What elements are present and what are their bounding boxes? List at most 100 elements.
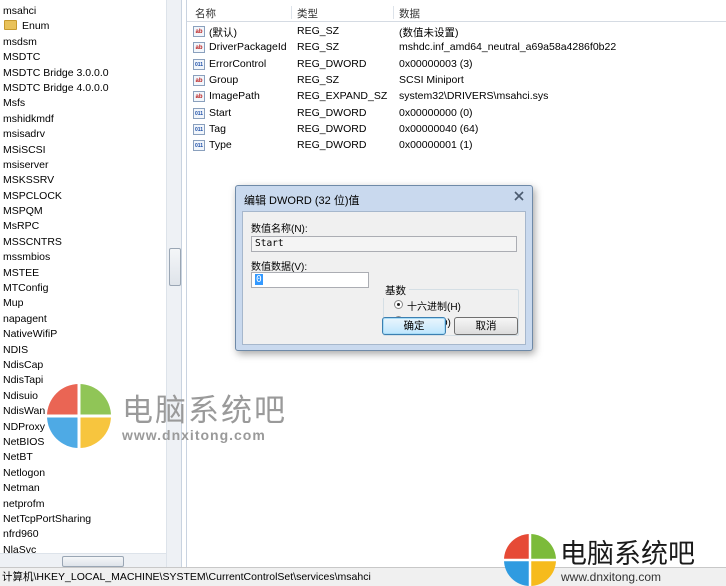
status-bar-path: 计算机\HKEY_LOCAL_MACHINE\SYSTEM\CurrentCon… [2, 571, 371, 583]
cancel-button[interactable]: 取消 [454, 317, 518, 335]
key-tree-pane[interactable]: msahci Enum msdsm MSDTC MSDTC Bridge 3.0.0.0… [0, 0, 182, 567]
tree-item-label: netprofm [3, 497, 45, 510]
tree-item[interactable]: MsRPC [0, 219, 166, 234]
tree-item[interactable]: MSDTC Bridge 3.0.0.0 [0, 66, 166, 81]
windows-logo-icon [46, 383, 112, 449]
ok-button[interactable]: 确定 [382, 317, 446, 335]
tree-item-label: Msfs [3, 97, 26, 110]
binary-value-icon: 011 [193, 107, 205, 119]
tree-item-label: msiserver [3, 158, 49, 171]
value-type: REG_DWORD [297, 139, 367, 152]
value-row[interactable]: ab Group REG_SZ SCSI Miniport [187, 73, 726, 89]
tree-item[interactable]: MSPQM [0, 204, 166, 219]
tree-item[interactable]: Netman [0, 481, 166, 496]
tree-item-label: NDProxy [3, 420, 46, 433]
close-icon[interactable] [510, 189, 528, 203]
tree-item[interactable]: MSDTC Bridge 4.0.0.0 [0, 81, 166, 96]
value-row[interactable]: 011 Start REG_DWORD 0x00000000 (0) [187, 106, 726, 122]
tree-item-label: Netman [3, 482, 40, 495]
tree-item[interactable]: MSTEE [0, 266, 166, 281]
value-row[interactable]: ab (默认) REG_SZ (数值未设置) [187, 24, 726, 40]
tree-item[interactable]: napagent [0, 312, 166, 327]
tree-vertical-scroll-thumb[interactable] [169, 248, 181, 286]
tree-item[interactable]: NativeWifiP [0, 327, 166, 342]
column-divider[interactable] [291, 6, 292, 19]
tree-item[interactable]: Mup [0, 296, 166, 311]
tree-item-label: MSiSCSI [3, 143, 46, 156]
tree-item[interactable]: NDIS [0, 343, 166, 358]
watermark-title: 电脑系统吧 [122, 393, 287, 429]
tree-item[interactable]: msahci [0, 4, 166, 19]
radix-hex-label[interactable]: 十六进制(H) [407, 298, 461, 313]
tree-item[interactable]: MSDTC [0, 50, 166, 65]
watermark-title: 电脑系统吧 [560, 539, 695, 570]
tree-item-label: NdisTapi [3, 374, 44, 387]
tree-item[interactable]: MSiSCSI [0, 143, 166, 158]
tree-item-label: MTConfig [3, 282, 49, 295]
value-type: REG_DWORD [297, 57, 367, 70]
tree-item[interactable]: Netlogon [0, 466, 166, 481]
tree-item[interactable]: nfrd960 [0, 527, 166, 542]
string-value-icon: ab [193, 74, 205, 86]
tree-item[interactable]: mshidkmdf [0, 112, 166, 127]
tree-vertical-scrollbar[interactable] [166, 0, 181, 567]
value-data-input[interactable]: 0 [251, 272, 369, 288]
value-name-label: 数值名称(N): [251, 224, 308, 235]
tree-item[interactable]: msdsm [0, 35, 166, 50]
value-data: 0x00000000 (0) [399, 106, 473, 119]
tree-item[interactable]: NetBT [0, 450, 166, 465]
radix-hex-radio[interactable] [394, 300, 403, 309]
tree-item[interactable]: mssmbios [0, 250, 166, 265]
binary-value-icon: 011 [193, 123, 205, 135]
tree-item[interactable]: Msfs [0, 96, 166, 111]
string-value-icon: ab [193, 91, 205, 103]
tree-item[interactable]: Enum [0, 19, 166, 34]
tree-item-label: MsRPC [3, 220, 40, 233]
tree-item[interactable]: MSSCNTRS [0, 235, 166, 250]
radix-group-title: 基数 [382, 283, 409, 298]
value-name: Group [209, 73, 239, 86]
column-header-data[interactable]: 数据 [399, 6, 420, 21]
tree-item-label: MSKSSRV [3, 174, 55, 187]
value-data: 0x00000001 (1) [399, 139, 473, 152]
watermark-logo: 电脑系统吧 www.dnxitong.com [46, 383, 326, 449]
column-header-type[interactable]: 类型 [297, 6, 318, 21]
column-header-name[interactable]: 名称 [195, 6, 216, 21]
tree-item-label: NdisWan [3, 405, 46, 418]
value-type: REG_SZ [297, 41, 340, 54]
tree-item[interactable]: NdisCap [0, 358, 166, 373]
column-divider[interactable] [393, 6, 394, 19]
value-row[interactable]: 011 Tag REG_DWORD 0x00000040 (64) [187, 122, 726, 138]
tree-item-label: NDIS [3, 343, 29, 356]
tree-item[interactable]: msisadrv [0, 127, 166, 142]
string-value-icon: ab [193, 42, 205, 54]
tree-item-label: nfrd960 [3, 528, 39, 541]
tree-horizontal-scroll-thumb[interactable] [62, 556, 124, 567]
string-value-icon: ab [193, 26, 205, 37]
value-data-text: 0 [255, 274, 263, 285]
tree-item[interactable]: msiserver [0, 158, 166, 173]
tree-item-label: MSDTC Bridge 3.0.0.0 [3, 66, 109, 79]
tree-item-label: mssmbios [3, 251, 51, 264]
value-row[interactable]: ab ImagePath REG_EXPAND_SZ system32\DRIVERS… [187, 89, 726, 105]
tree-item[interactable]: MSPCLOCK [0, 189, 166, 204]
tree-item[interactable]: MTConfig [0, 281, 166, 296]
tree-item[interactable]: NetTcpPortSharing [0, 512, 166, 527]
value-data: mshdc.inf_amd64_neutral_a69a58a4286f0b22 [399, 41, 617, 54]
value-name: (默认) [209, 27, 237, 39]
tree-item-label: msdsm [3, 35, 37, 48]
tree-item-label: Ndisuio [3, 389, 39, 402]
tree-item-label: MSDTC Bridge 4.0.0.0 [3, 81, 109, 94]
tree-item-label: MSPCLOCK [3, 189, 62, 202]
value-row[interactable]: 011 ErrorControl REG_DWORD 0x00000003 (3) [187, 57, 726, 73]
tree-horizontal-scrollbar[interactable] [0, 553, 166, 567]
tree-item[interactable]: MSKSSRV [0, 173, 166, 188]
value-type: REG_DWORD [297, 106, 367, 119]
tree-item-label: napagent [3, 312, 47, 325]
tree-item[interactable]: netprofm [0, 497, 166, 512]
tree-item-label: MSSCNTRS [3, 235, 62, 248]
edit-dword-dialog: 编辑 DWORD (32 位)值 数值名称(N): Start 数值数据(V):… [235, 185, 533, 351]
value-row[interactable]: 011 Type REG_DWORD 0x00000001 (1) [187, 138, 726, 154]
value-row[interactable]: ab DriverPackageId REG_SZ mshdc.inf_amd64_n… [187, 40, 726, 56]
value-name: Tag [209, 122, 226, 135]
